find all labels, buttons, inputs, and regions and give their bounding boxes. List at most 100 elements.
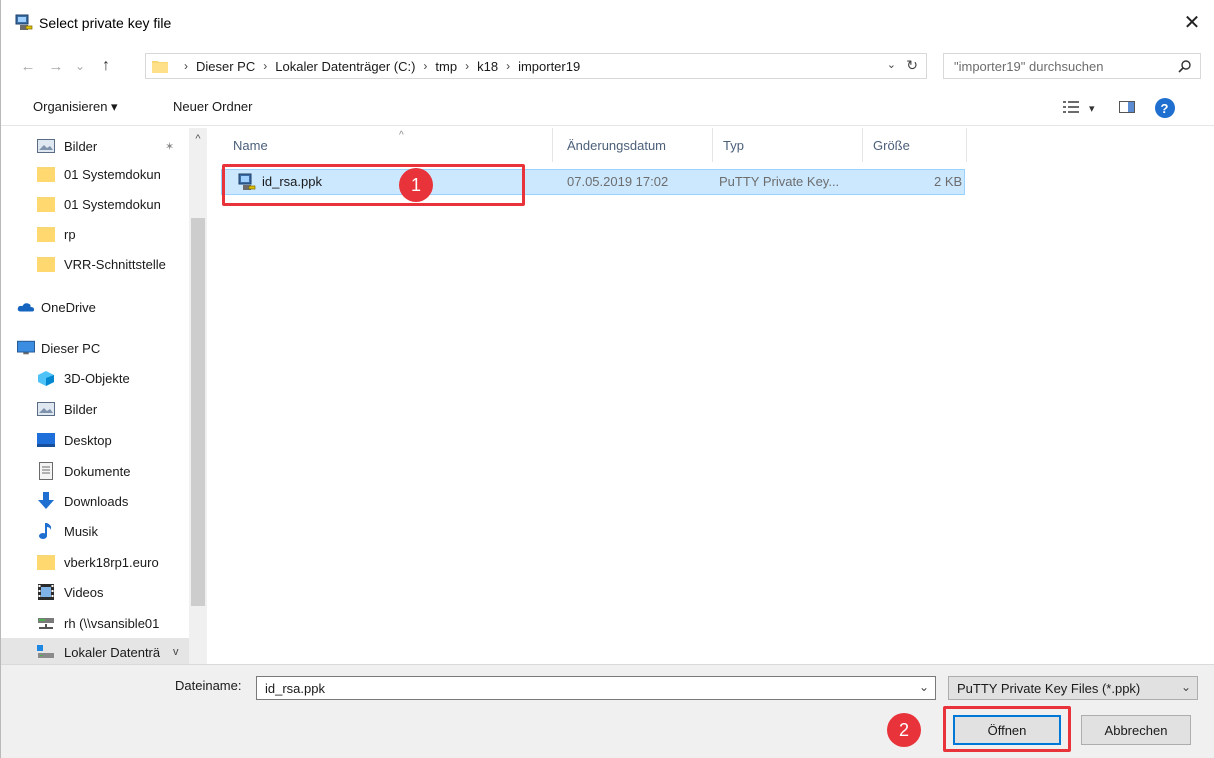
sidebar-item-dokumente[interactable]: Dokumente xyxy=(1,457,189,485)
sidebar-item-label: OneDrive xyxy=(41,299,96,315)
sidebar-item-label: Downloads xyxy=(64,493,129,509)
scroll-up-arrow-icon[interactable]: ^ xyxy=(189,130,207,148)
breadcrumb-k18[interactable]: k18 xyxy=(477,59,498,74)
column-header-date[interactable]: Änderungsdatum xyxy=(557,128,713,162)
column-header-name[interactable]: Name ^ xyxy=(223,128,553,162)
sidebar-item-label: vberk18rp1.euro xyxy=(64,554,159,570)
file-list: Name ^ Änderungsdatum Typ Größe id_rsa.p… xyxy=(207,128,1214,664)
sidebar-item-downloads[interactable]: Downloads xyxy=(1,487,189,515)
help-icon[interactable]: ? xyxy=(1154,98,1175,118)
folder-icon xyxy=(37,553,55,571)
search-input[interactable] xyxy=(952,57,1162,75)
recent-locations-chevron-icon[interactable]: ⌄ xyxy=(69,54,91,78)
back-arrow-icon[interactable]: ← xyxy=(17,54,39,78)
sidebar-item-onedrive[interactable]: OneDrive xyxy=(1,293,189,321)
sidebar-item-label: rp xyxy=(64,226,76,242)
column-header-label: Typ xyxy=(723,137,744,153)
cancel-button[interactable]: Abbrechen xyxy=(1081,715,1191,745)
expand-chevron-icon[interactable]: v xyxy=(173,646,179,658)
annotation-badge-2: 2 xyxy=(887,713,921,747)
sidebar-item-label: 01 Systemdokun xyxy=(64,196,161,212)
file-type-filter-value: PuTTY Private Key Files (*.ppk) xyxy=(957,681,1141,696)
close-icon[interactable]: ✕ xyxy=(1170,0,1214,44)
search-box[interactable] xyxy=(943,53,1201,79)
command-toolbar: Organisieren ▾ Neuer Ordner ▾ ? xyxy=(1,90,1214,126)
sidebar-item-label: Dieser PC xyxy=(41,340,101,356)
breadcrumb-separator[interactable]: › xyxy=(423,59,427,73)
search-icon[interactable] xyxy=(1178,59,1192,76)
breadcrumb-separator[interactable]: › xyxy=(263,59,267,73)
breadcrumb: › Dieser PC › Lokaler Datenträger (C:) ›… xyxy=(176,54,580,78)
sidebar-item-label: Lokaler Datenträ xyxy=(64,644,161,660)
sidebar-item-label: Musik xyxy=(64,523,98,539)
up-arrow-icon[interactable]: ↑ xyxy=(95,54,117,78)
filename-label: Dateiname: xyxy=(175,678,242,693)
folder-icon xyxy=(37,165,55,183)
sidebar-item-rp[interactable]: rp xyxy=(1,220,189,248)
address-bar[interactable]: › Dieser PC › Lokaler Datenträger (C:) ›… xyxy=(145,53,927,79)
sidebar-item-videos[interactable]: Videos xyxy=(1,578,189,606)
breadcrumb-separator: › xyxy=(184,59,188,73)
folder-icon xyxy=(37,195,55,213)
this-pc-icon xyxy=(17,339,35,357)
breadcrumb-separator[interactable]: › xyxy=(506,59,510,73)
file-type-filter[interactable]: PuTTY Private Key Files (*.ppk) ⌄ xyxy=(948,676,1198,700)
preview-pane-icon[interactable] xyxy=(1118,100,1135,117)
sidebar-item-local-disk[interactable]: Lokaler Datenträ v xyxy=(1,638,189,664)
desktop-icon xyxy=(37,431,55,449)
annotation-highlight-open xyxy=(943,706,1071,752)
organize-menu-button[interactable]: Organisieren ▾ xyxy=(33,99,118,115)
documents-icon xyxy=(37,462,55,480)
breadcrumb-local-disk[interactable]: Lokaler Datenträger (C:) xyxy=(275,59,415,74)
sidebar-item-label: Bilder xyxy=(64,401,98,417)
sidebar-item-label: rh (\\vsansible01 xyxy=(64,615,160,631)
file-open-dialog: Select private key file ✕ ← → ⌄ ↑ › Dies… xyxy=(0,0,1214,758)
sidebar-item-desktop[interactable]: Desktop xyxy=(1,426,189,454)
sidebar-item-vberk18rp1[interactable]: vberk18rp1.euro xyxy=(1,548,189,576)
folder-icon xyxy=(37,225,55,243)
sidebar-item-systemdokun-2[interactable]: 01 Systemdokun xyxy=(1,190,189,218)
refresh-icon[interactable]: ↻ xyxy=(906,57,918,74)
sidebar-item-label: 3D-Objekte xyxy=(64,370,130,386)
network-drive-icon xyxy=(37,614,55,632)
address-dropdown-icon[interactable]: ⌄ xyxy=(887,58,896,71)
breadcrumb-separator[interactable]: › xyxy=(465,59,469,73)
column-header-label: Größe xyxy=(873,137,910,153)
address-row: ← → ⌄ ↑ › Dieser PC › Lokaler Datenträge… xyxy=(1,48,1214,84)
view-details-icon[interactable] xyxy=(1063,100,1079,117)
forward-arrow-icon[interactable]: → xyxy=(45,54,67,78)
3d-objects-icon xyxy=(37,369,55,387)
sidebar-item-systemdokun-1[interactable]: 01 Systemdokun xyxy=(1,160,189,188)
filename-dropdown-icon[interactable]: ⌄ xyxy=(919,680,929,694)
view-dropdown-chevron-icon[interactable]: ▾ xyxy=(1089,102,1095,115)
folder-icon xyxy=(37,255,55,273)
file-type-dropdown-icon[interactable]: ⌄ xyxy=(1181,680,1191,694)
pictures-icon xyxy=(37,400,55,418)
sidebar-item-3d-objekte[interactable]: 3D-Objekte xyxy=(1,364,189,392)
navigation-pane: Bilder ✶ 01 Systemdokun 01 Systemdokun r… xyxy=(1,128,207,664)
sidebar-item-label: Desktop xyxy=(64,432,112,448)
sidebar-item-label: VRR-Schnittstelle xyxy=(64,256,166,272)
new-folder-button[interactable]: Neuer Ordner xyxy=(173,99,252,114)
sidebar-item-bilder-quick[interactable]: Bilder ✶ xyxy=(1,132,189,160)
sidebar-item-label: Videos xyxy=(64,584,104,600)
breadcrumb-this-pc[interactable]: Dieser PC xyxy=(196,59,255,74)
filename-input[interactable] xyxy=(263,679,903,697)
sidebar-item-label: 01 Systemdokun xyxy=(64,166,161,182)
sidebar-item-network-drive[interactable]: rh (\\vsansible01 xyxy=(1,609,189,637)
sidebar-item-musik[interactable]: Musik xyxy=(1,517,189,545)
column-header-type[interactable]: Typ xyxy=(713,128,863,162)
column-header-size[interactable]: Größe xyxy=(863,128,967,162)
breadcrumb-tmp[interactable]: tmp xyxy=(435,59,457,74)
sidebar-item-this-pc[interactable]: Dieser PC xyxy=(1,334,189,362)
sidebar-item-vrr[interactable]: VRR-Schnittstelle xyxy=(1,250,189,278)
file-date: 07.05.2019 17:02 xyxy=(567,174,669,189)
breadcrumb-importer19[interactable]: importer19 xyxy=(518,59,580,74)
column-header-label: Änderungsdatum xyxy=(567,137,667,153)
local-drive-icon xyxy=(37,643,55,661)
pin-icon: ✶ xyxy=(165,140,175,153)
sidebar-scroll-thumb[interactable] xyxy=(191,218,205,606)
column-header-label: Name xyxy=(233,137,268,153)
sidebar-item-bilder[interactable]: Bilder xyxy=(1,395,189,423)
filename-field[interactable]: ⌄ xyxy=(256,676,936,700)
